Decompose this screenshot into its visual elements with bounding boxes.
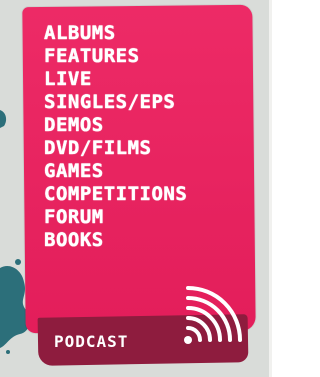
menu-link-demos[interactable]: DEMOS <box>44 114 104 137</box>
menu-item-books[interactable]: BOOKS <box>44 229 187 252</box>
menu-item-singles-eps[interactable]: SINGLES/EPS <box>44 91 187 114</box>
menu-item-dvd-films[interactable]: DVD/FILMS <box>44 137 187 160</box>
menu-link-features[interactable]: FEATURES <box>44 45 140 68</box>
menu-link-live[interactable]: LIVE <box>44 68 92 91</box>
category-menu: ALBUMS FEATURES LIVE SINGLES/EPS DEMOS D… <box>44 22 187 252</box>
broadcast-signal-icon[interactable] <box>166 284 252 356</box>
podcast-link[interactable]: PODCAST <box>54 332 128 351</box>
menu-item-games[interactable]: GAMES <box>44 160 187 183</box>
menu-link-dvd-films[interactable]: DVD/FILMS <box>44 137 151 160</box>
menu-item-demos[interactable]: DEMOS <box>44 114 187 137</box>
music-nav-widget: ALBUMS FEATURES LIVE SINGLES/EPS DEMOS D… <box>0 0 272 377</box>
menu-link-books[interactable]: BOOKS <box>44 229 104 252</box>
menu-link-competitions[interactable]: COMPETITIONS <box>44 183 187 206</box>
menu-item-forum[interactable]: FORUM <box>44 206 187 229</box>
menu-link-singles-eps[interactable]: SINGLES/EPS <box>44 91 175 114</box>
menu-item-albums[interactable]: ALBUMS <box>44 22 187 45</box>
menu-item-features[interactable]: FEATURES <box>44 45 187 68</box>
menu-link-forum[interactable]: FORUM <box>44 206 104 229</box>
menu-link-albums[interactable]: ALBUMS <box>44 22 116 45</box>
menu-item-live[interactable]: LIVE <box>44 68 187 91</box>
menu-link-games[interactable]: GAMES <box>44 160 104 183</box>
menu-item-competitions[interactable]: COMPETITIONS <box>44 183 187 206</box>
